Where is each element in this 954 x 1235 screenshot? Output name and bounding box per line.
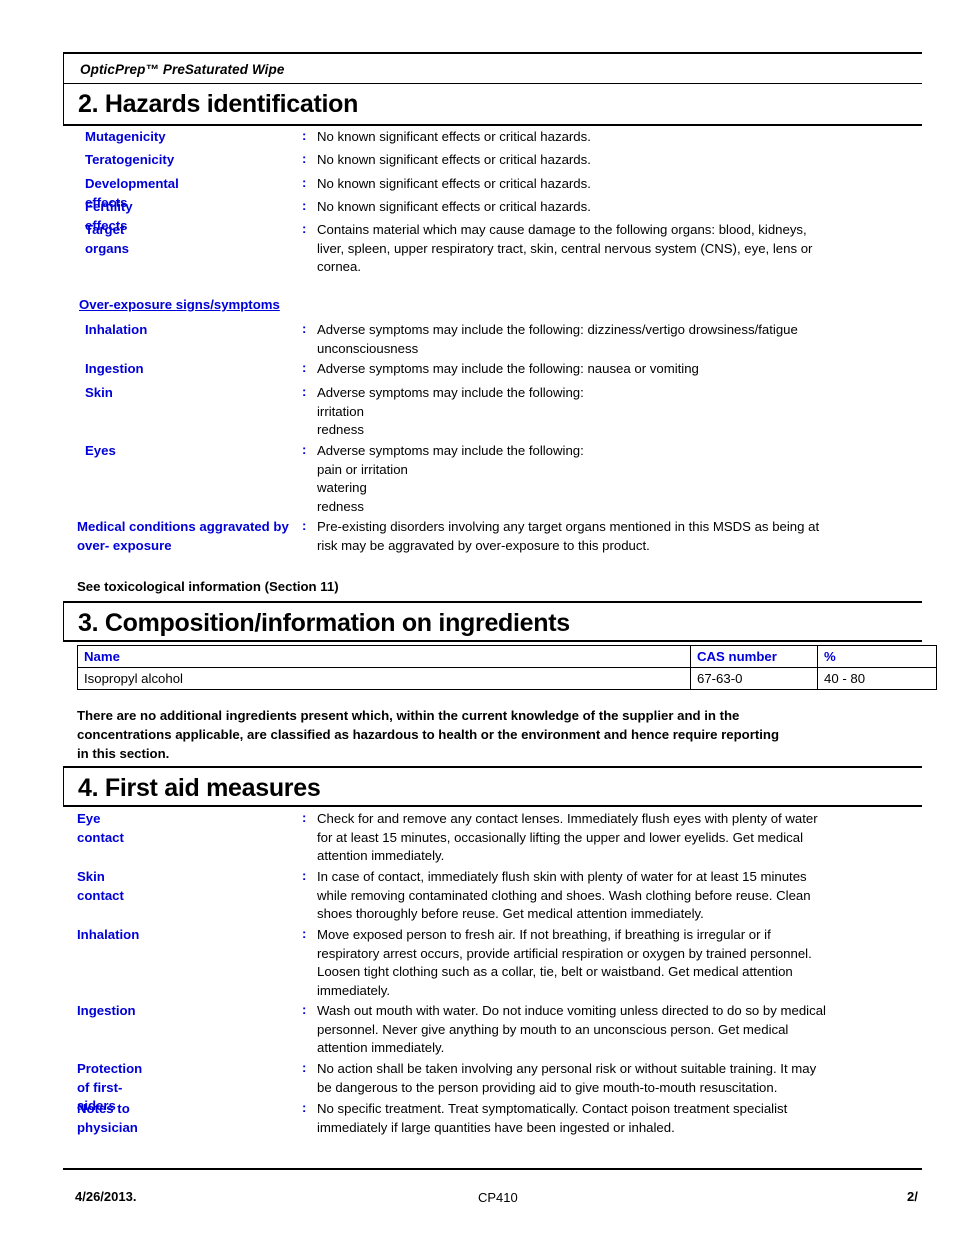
row-colon: : [302,360,307,375]
footer-divider [63,1168,922,1170]
see-toxicological-information: See toxicological information (Section 1… [77,579,339,594]
cell-cas-number: 67-63-0 [690,667,818,690]
cell-ingredient-name: Isopropyl alcohol [77,667,691,690]
footer-page-number: 2/ [907,1189,918,1204]
row-label: Skin contact [77,869,124,903]
row-label: Ingestion [85,361,144,376]
row-colon: : [302,442,307,457]
product-name: OpticPrep™ PreSaturated Wipe [80,62,285,77]
table-row: Isopropyl alcohol 67-63-0 40 - 80 [77,667,937,690]
row-colon: : [302,175,307,190]
column-header-percent: % [817,645,937,668]
row-value: No action shall be taken involving any p… [317,1061,817,1095]
row-value: Adverse symptoms may include the followi… [317,443,584,514]
row-value: Move exposed person to fresh air. If not… [317,927,812,998]
row-colon: : [302,321,307,336]
row-label: Inhalation [77,927,140,942]
section-title-hazards: 2. Hazards identification [78,90,359,118]
row-colon: : [302,1060,307,1075]
row-value: Wash out mouth with water. Do not induce… [317,1003,826,1056]
section-header-hazards: 2. Hazards identification [63,84,922,126]
column-header-name: Name [77,645,691,668]
row-value: No known significant effects or critical… [317,199,591,214]
row-colon: : [302,198,307,213]
row-colon: : [302,518,307,533]
section-header-composition: 3. Composition/information on ingredient… [63,601,922,642]
row-colon: : [302,810,307,825]
section-title-composition: 3. Composition/information on ingredient… [78,609,570,637]
row-label: Mutagenicity [85,129,166,144]
row-value: In case of contact, immediately flush sk… [317,869,811,922]
ingredients-table: Name CAS number % Isopropyl alcohol 67-6… [77,645,937,690]
row-label: Inhalation [85,322,148,337]
composition-note: There are no additional ingredients pres… [77,708,780,761]
row-value: No known significant effects or critical… [317,129,591,144]
row-value: Check for and remove any contact lenses.… [317,811,818,864]
row-label: Ingestion [77,1003,136,1018]
row-colon: : [302,151,307,166]
row-value: No known significant effects or critical… [317,176,591,191]
row-label: Eye contact [77,811,124,845]
row-colon: : [302,384,307,399]
running-header: OpticPrep™ PreSaturated Wipe [63,52,922,84]
row-colon: : [302,128,307,143]
row-colon: : [302,1100,307,1115]
row-value: Pre-existing disorders involving any tar… [317,519,820,553]
section-title-first-aid: 4. First aid measures [78,774,321,802]
row-label: Teratogenicity [85,152,175,167]
row-label: Skin [85,385,113,400]
row-value: No specific treatment. Treat symptomatic… [317,1101,788,1135]
row-colon: : [302,1002,307,1017]
row-value: Adverse symptoms may include the followi… [317,385,584,438]
row-value: No known significant effects or critical… [317,152,591,167]
row-colon: : [302,221,307,236]
row-label: Eyes [85,443,116,458]
row-value: Adverse symptoms may include the followi… [317,322,798,356]
column-header-cas: CAS number [690,645,818,668]
overexposure-heading: Over-exposure signs/symptoms [79,297,280,312]
section-header-first-aid: 4. First aid measures [63,766,922,807]
row-label: Medical conditions aggravated by over- e… [77,519,289,553]
row-value: Contains material which may cause damage… [317,222,813,275]
cell-percent: 40 - 80 [817,667,937,690]
row-colon: : [302,926,307,941]
row-label: Target organs [85,222,129,256]
row-value: Adverse symptoms may include the followi… [317,361,699,376]
table-header-row: Name CAS number % [77,645,937,668]
row-label: Notes to physician [77,1101,138,1135]
footer-date: 4/26/2013. [75,1189,137,1204]
document-page: OpticPrep™ PreSaturated Wipe 2. Hazards … [0,0,954,1235]
row-colon: : [302,868,307,883]
footer-product-code: CP410 [478,1190,518,1205]
